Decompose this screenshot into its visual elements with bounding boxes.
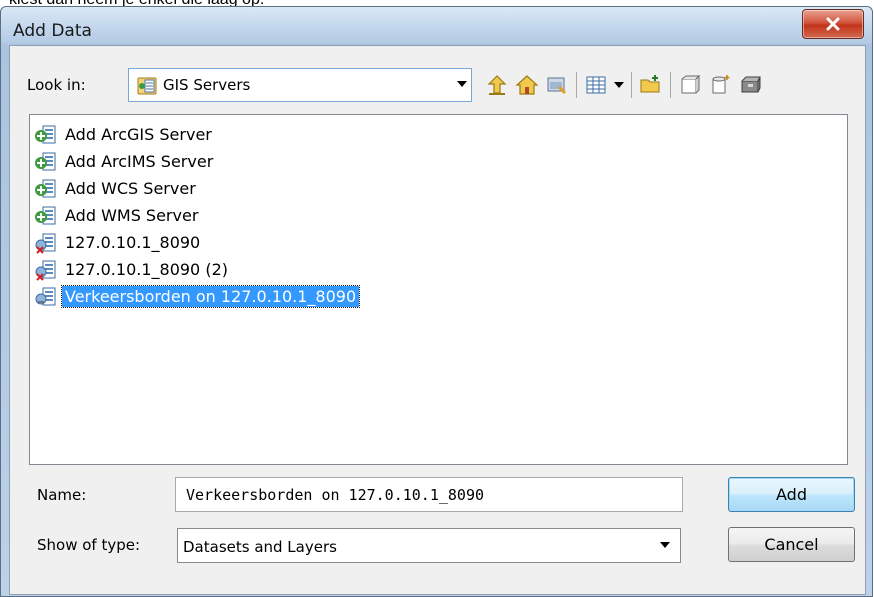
title-bar: Add Data <box>1 7 872 43</box>
look-in-value: GIS Servers <box>163 76 251 94</box>
dialog-title: Add Data <box>13 21 92 41</box>
connect-to-folder-icon <box>547 77 567 95</box>
file-list[interactable]: Add ArcGIS Server Add ArcIMS Server Add … <box>29 114 848 465</box>
chevron-down-icon <box>660 541 670 548</box>
list-item-label: Add ArcIMS Server <box>65 151 214 171</box>
up-one-level-button[interactable] <box>482 70 512 100</box>
new-folder-icon <box>640 75 660 93</box>
dialog-body: Look in: GIS Servers Add ArcGIS Server A… <box>9 45 866 595</box>
catalog-icon <box>681 74 701 94</box>
look-in-label: Look in: <box>27 76 86 94</box>
new-folder-button[interactable] <box>636 70 666 100</box>
name-label: Name: <box>37 486 87 504</box>
add-server-icon <box>35 125 56 144</box>
list-item[interactable]: 127.0.10.1_8090 (2) <box>34 256 231 282</box>
close-icon <box>826 17 840 31</box>
toolbar <box>482 68 765 102</box>
cancel-button[interactable]: Cancel <box>728 527 855 562</box>
home-button[interactable] <box>512 70 542 100</box>
list-item[interactable]: Add ArcGIS Server <box>34 121 215 147</box>
add-server-icon <box>35 152 56 171</box>
catalog-button[interactable] <box>675 70 705 100</box>
list-item-selected[interactable]: Verkeersborden on 127.0.10.1_8090 <box>34 283 361 309</box>
dropdown-arrow-icon <box>614 82 624 88</box>
view-options-dropdown[interactable] <box>611 70 627 100</box>
home-icon <box>515 75 539 95</box>
list-item-label: 127.0.10.1_8090 (2) <box>65 259 228 279</box>
new-gdb-icon <box>712 75 730 94</box>
server-disconnected-icon <box>35 260 56 281</box>
list-item[interactable]: Add ArcIMS Server <box>34 148 216 174</box>
gis-servers-icon <box>137 77 157 95</box>
add-button[interactable]: Add <box>728 477 855 512</box>
add-server-icon <box>35 179 56 198</box>
server-connection-icon <box>35 287 56 306</box>
close-button[interactable] <box>802 9 864 39</box>
toolbox-button[interactable] <box>735 70 765 100</box>
new-gdb-button[interactable] <box>705 70 735 100</box>
list-item[interactable]: Add WCS Server <box>34 175 199 201</box>
toolbar-separator <box>631 72 632 98</box>
list-item-label: 127.0.10.1_8090 <box>65 232 201 252</box>
server-disconnected-icon <box>35 233 56 254</box>
up-one-level-icon <box>487 75 507 95</box>
list-item[interactable]: 127.0.10.1_8090 <box>34 229 203 255</box>
connect-to-folder-button[interactable] <box>542 70 572 100</box>
name-field[interactable]: Verkeersborden on 127.0.10.1_8090 <box>175 477 683 512</box>
list-item-label: Add WCS Server <box>65 178 196 198</box>
show-of-type-dropdown[interactable]: Datasets and Layers <box>177 528 681 563</box>
toggle-contents-icon <box>586 76 606 94</box>
show-of-type-value: Datasets and Layers <box>183 538 337 556</box>
toolbar-separator <box>670 72 671 98</box>
toggle-contents-button[interactable] <box>581 70 611 100</box>
list-item-label: Add WMS Server <box>65 205 199 225</box>
toolbox-icon <box>741 76 761 93</box>
list-item-label: Verkeersborden on 127.0.10.1_8090 <box>60 284 361 308</box>
look-in-dropdown[interactable]: GIS Servers <box>128 68 472 102</box>
chevron-down-icon <box>457 81 467 87</box>
list-item[interactable]: Add WMS Server <box>34 202 201 228</box>
add-data-dialog: Add Data Look in: GIS Servers Add ArcGIS… <box>0 6 873 597</box>
toolbar-separator <box>576 72 577 98</box>
add-server-icon <box>35 206 56 225</box>
list-item-label: Add ArcGIS Server <box>65 124 212 144</box>
show-of-type-label: Show of type: <box>37 536 141 554</box>
